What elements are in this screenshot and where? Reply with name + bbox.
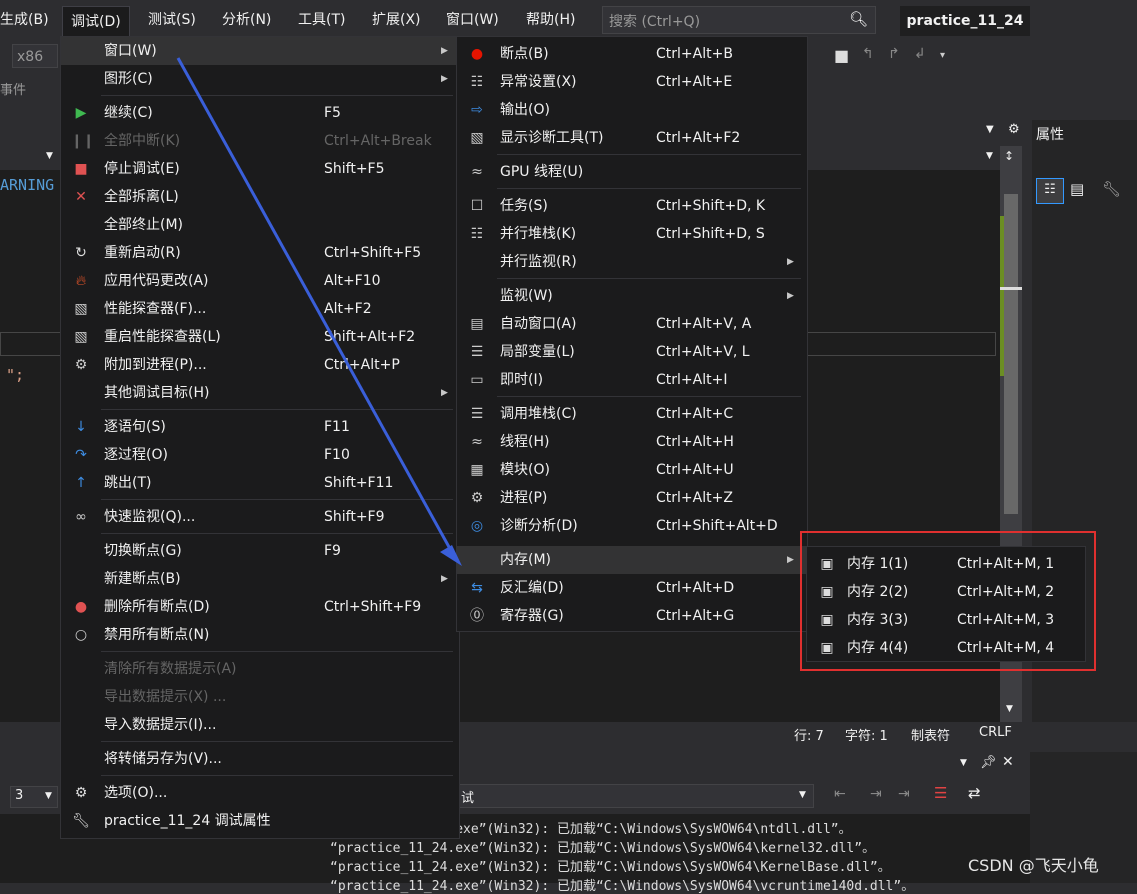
watermark: CSDN @飞天小龟 xyxy=(968,856,1099,875)
annotation-arrow xyxy=(176,57,462,566)
arrow-shaft xyxy=(176,57,456,557)
arrow-head xyxy=(440,545,462,566)
